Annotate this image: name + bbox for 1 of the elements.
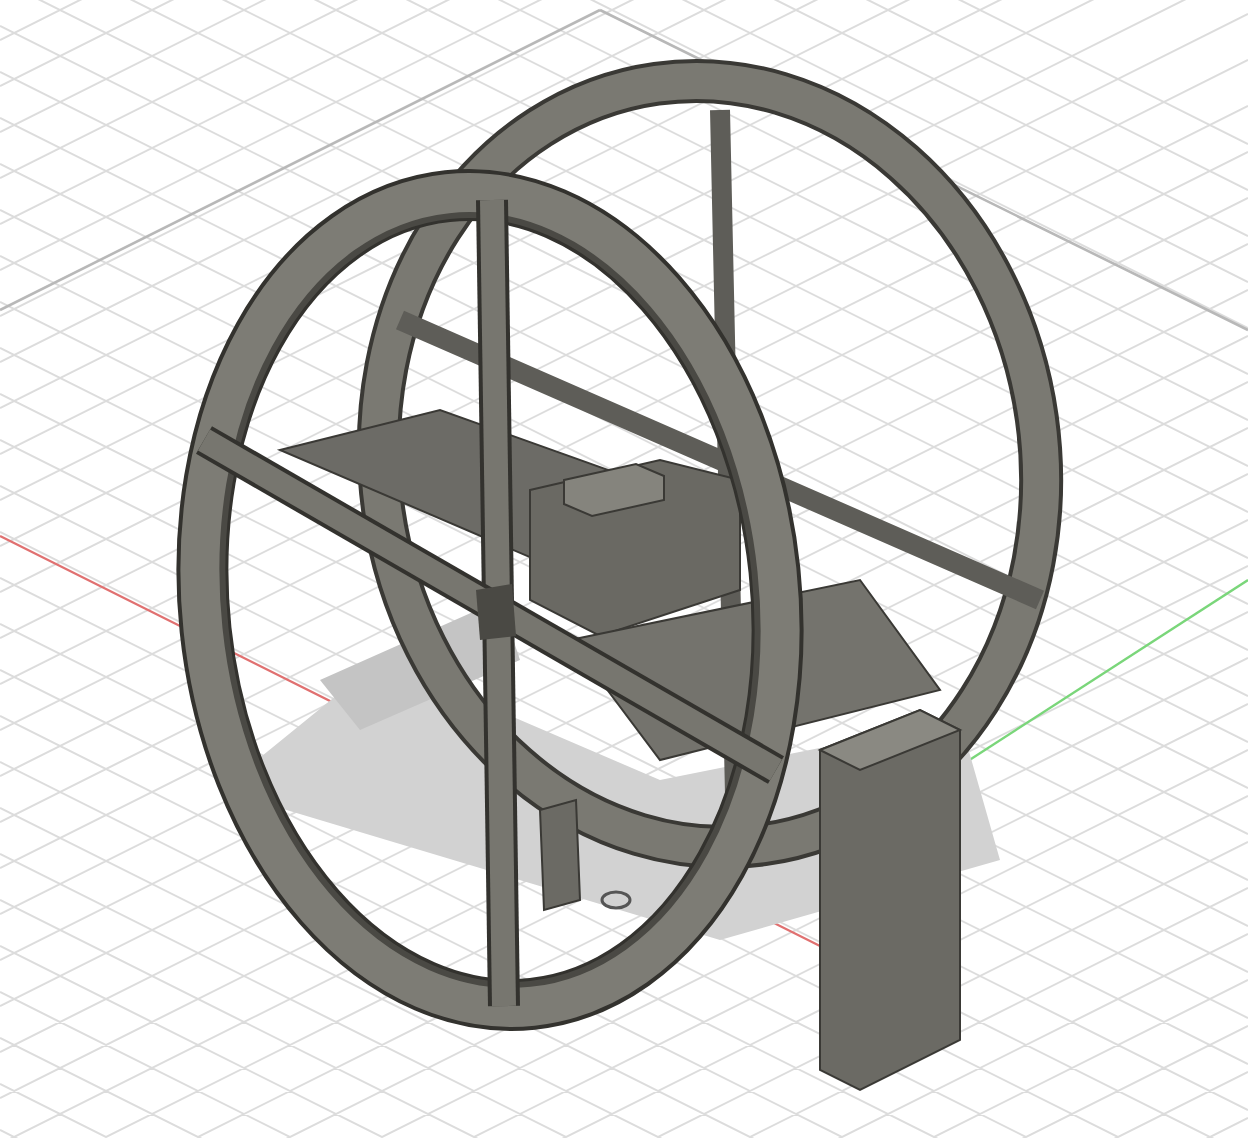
origin-marker-icon — [600, 890, 632, 910]
